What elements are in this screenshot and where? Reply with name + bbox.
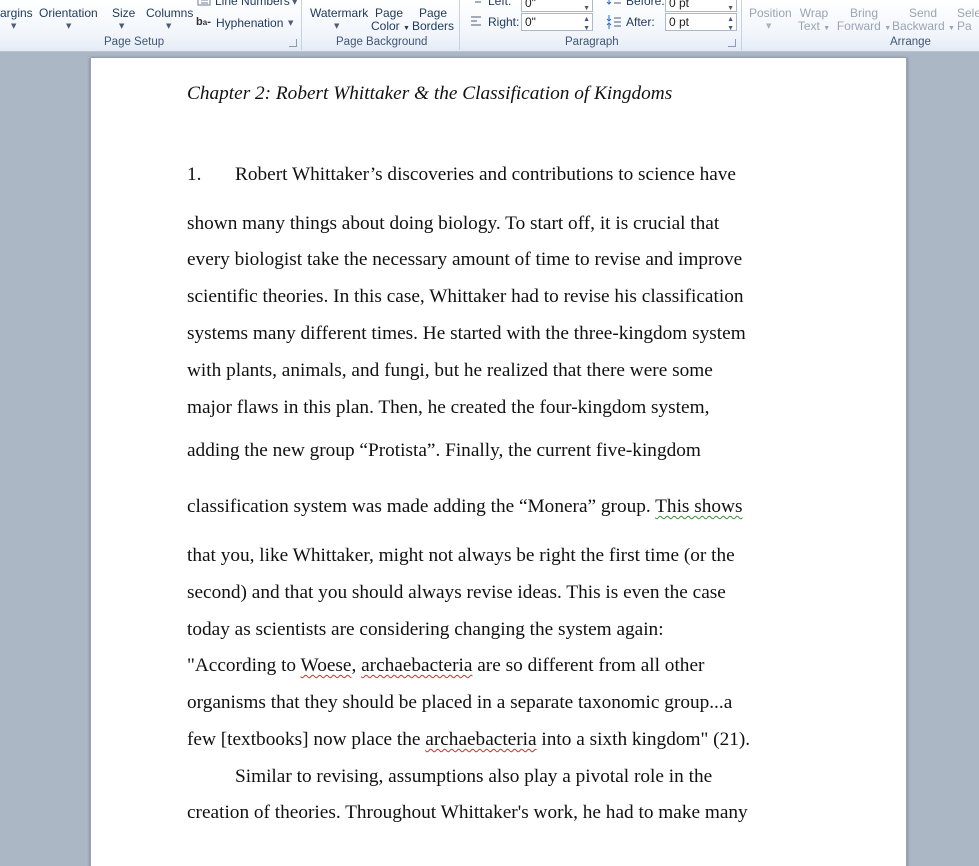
spacing-before-input[interactable]: 0 pt ▼ bbox=[665, 0, 737, 12]
chapter-title: Chapter 2: Robert Whittaker & the Classi… bbox=[187, 83, 673, 104]
chevron-down-icon: ▼ bbox=[948, 25, 955, 32]
arrange-group-label: Arrange bbox=[890, 36, 931, 48]
chevron-down-icon: ▼ bbox=[166, 22, 172, 30]
paragraph-line: adding the new group “Protista”. Finally… bbox=[187, 440, 701, 461]
chevron-down-icon: ▼ bbox=[884, 25, 892, 32]
orientation-button[interactable]: Orientation bbox=[39, 6, 98, 20]
group-separator bbox=[301, 0, 302, 50]
page-setup-group-label: Page Setup bbox=[104, 36, 165, 48]
selection-pane-button[interactable]: Sele Pa bbox=[957, 7, 979, 33]
paragraph-launcher-icon[interactable] bbox=[728, 39, 736, 47]
paragraph-line: second) and that you should always revis… bbox=[187, 582, 726, 603]
group-separator bbox=[741, 0, 742, 50]
indent-right-label: Right: bbox=[488, 15, 520, 29]
chevron-down-icon: ▼ bbox=[334, 22, 340, 30]
page-color-button[interactable]: Page Color ▼ bbox=[371, 7, 410, 35]
spelling-flagged-text[interactable]: Woese bbox=[301, 655, 352, 676]
bring-forward-button[interactable]: Bring Forward ▼ bbox=[836, 7, 892, 35]
hyphenation-icon: ba- bbox=[196, 16, 211, 28]
paragraph-line: organisms that they should be placed in … bbox=[187, 692, 733, 713]
paragraph-line: systems many different times. He started… bbox=[187, 323, 746, 344]
indent-right-icon bbox=[471, 16, 481, 26]
paragraph-line: Robert Whittaker’s discoveries and contr… bbox=[235, 164, 736, 185]
paragraph-line: every biologist take the necessary amoun… bbox=[187, 249, 743, 270]
paragraph-line: "According to Woese, archaebacteria are … bbox=[187, 655, 705, 676]
page-setup-launcher-icon[interactable] bbox=[289, 39, 297, 47]
paragraph-line: today as scientists are considering chan… bbox=[187, 619, 664, 640]
size-button[interactable]: Size bbox=[112, 6, 135, 20]
send-backward-button[interactable]: Send Backward ▼ bbox=[892, 7, 955, 35]
list-number: 1. bbox=[187, 164, 202, 185]
paragraph-line: classification system was made adding th… bbox=[187, 496, 743, 517]
ribbon: argins ▼ Orientation ▼ Size ▼ Columns ▼ … bbox=[0, 0, 979, 52]
page-borders-button[interactable]: Page Borders bbox=[410, 7, 456, 33]
margins-button[interactable]: argins bbox=[0, 6, 33, 20]
hyphenation-button[interactable]: Hyphenation bbox=[216, 16, 283, 30]
spacing-after-label: After: bbox=[626, 15, 655, 29]
chevron-down-icon: ▼ bbox=[119, 22, 125, 30]
paragraph-line: with plants, animals, and fungi, but he … bbox=[187, 360, 713, 381]
indent-left-label: Left: bbox=[488, 0, 512, 8]
chevron-down-icon: ▼ bbox=[66, 22, 72, 30]
chevron-down-icon: ▼ bbox=[823, 25, 831, 32]
spinner-down-icon[interactable]: ▼ bbox=[583, 21, 590, 37]
paragraph-line: few [textbooks] now place the archaebact… bbox=[187, 729, 751, 750]
chevron-down-icon: ▼ bbox=[288, 19, 294, 27]
line-numbers-icon bbox=[197, 0, 211, 6]
watermark-button[interactable]: Watermark bbox=[310, 6, 368, 20]
spacing-after-input[interactable]: 0 pt ▲ ▼ bbox=[665, 13, 737, 32]
group-separator bbox=[459, 0, 460, 50]
chevron-down-icon: ▼ bbox=[11, 22, 17, 30]
paragraph-line: that you, like Whittaker, might not alwa… bbox=[187, 545, 735, 566]
spacing-before-label: Before: bbox=[626, 0, 665, 8]
line-numbers-button[interactable]: Line Numbers bbox=[215, 0, 290, 8]
chevron-down-icon: ▼ bbox=[292, 0, 298, 6]
indent-left-icon bbox=[475, 1, 481, 3]
wrap-text-button[interactable]: Wrap Text ▼ bbox=[796, 7, 832, 35]
spacing-before-icon bbox=[606, 0, 621, 5]
indent-right-input[interactable]: 0" ▲ ▼ bbox=[521, 13, 593, 32]
spelling-flagged-text[interactable]: archaebacteria bbox=[361, 655, 472, 676]
columns-button[interactable]: Columns bbox=[146, 6, 193, 20]
spelling-flagged-text[interactable]: archaebacteria bbox=[425, 729, 536, 750]
chevron-down-icon: ▼ bbox=[403, 25, 410, 32]
paragraph-line: Similar to revising, assumptions also pl… bbox=[235, 766, 713, 787]
page-background-group-label: Page Background bbox=[336, 36, 428, 48]
document-page[interactable]: Chapter 2: Robert Whittaker & the Classi… bbox=[90, 58, 907, 866]
spacing-after-icon bbox=[606, 15, 621, 29]
position-button[interactable]: Position bbox=[749, 6, 792, 20]
grammar-flagged-text[interactable]: This shows bbox=[655, 496, 742, 517]
paragraph-line: creation of theories. Throughout Whittak… bbox=[187, 802, 748, 823]
spinner-down-icon[interactable]: ▼ bbox=[727, 21, 734, 37]
chevron-down-icon: ▼ bbox=[766, 22, 772, 30]
paragraph-line: major flaws in this plan. Then, he creat… bbox=[187, 397, 710, 418]
paragraph-line: shown many things about doing biology. T… bbox=[187, 213, 720, 234]
paragraph-group-label: Paragraph bbox=[565, 36, 619, 48]
indent-left-input[interactable]: 0" ▼ bbox=[521, 0, 593, 12]
paragraph-line: scientific theories. In this case, Whitt… bbox=[187, 286, 744, 307]
